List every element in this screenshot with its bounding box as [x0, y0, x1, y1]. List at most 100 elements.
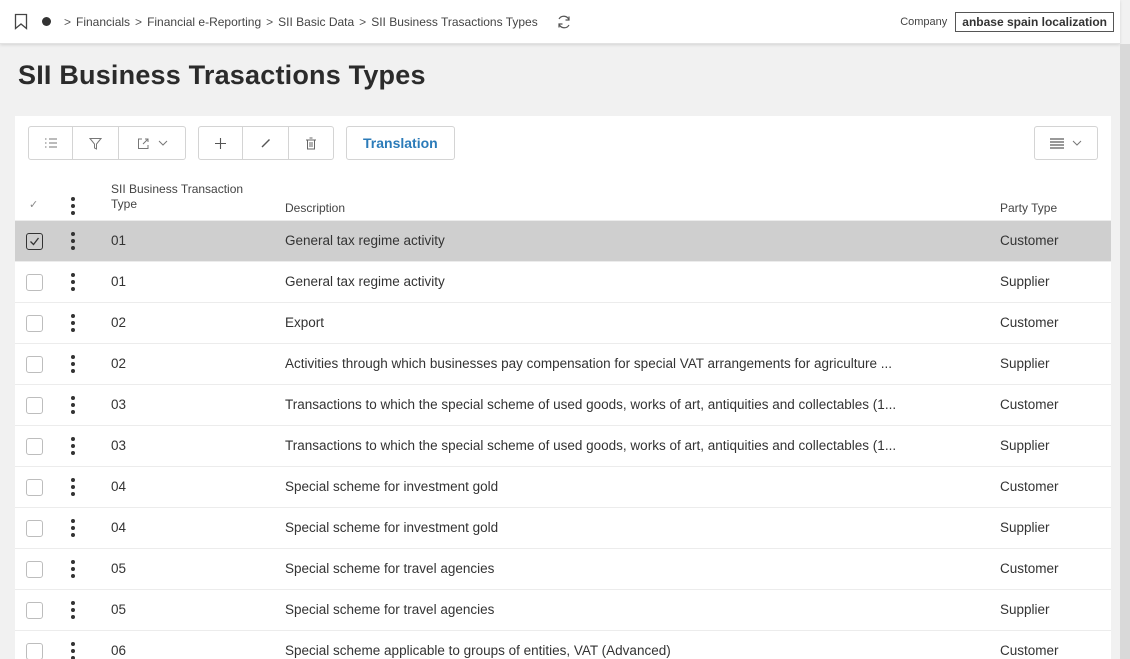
cell-type: 05: [111, 561, 127, 576]
breadcrumb-item-financial-e-reporting[interactable]: Financial e-Reporting: [147, 15, 261, 29]
cell-party-type: Customer: [1000, 561, 1059, 576]
cell-description: Special scheme applicable to groups of e…: [285, 643, 671, 658]
row-menu-icon[interactable]: [71, 478, 75, 496]
row-checkbox[interactable]: [26, 438, 43, 455]
row-checkbox[interactable]: [26, 643, 43, 659]
breadcrumb-separator: >: [266, 14, 274, 29]
row-checkbox[interactable]: [26, 479, 43, 496]
home-dot-icon[interactable]: [42, 17, 51, 26]
row-checkbox[interactable]: [26, 561, 43, 578]
row-checkbox[interactable]: [26, 520, 43, 537]
table-row[interactable]: 05 Special scheme for travel agencies Supp…: [15, 589, 1111, 630]
row-menu-icon[interactable]: [71, 642, 75, 659]
cell-party-type: Customer: [1000, 479, 1059, 494]
table-row[interactable]: 01 General tax regime activity Customer: [15, 220, 1111, 261]
company-selector: Company anbase spain localization: [900, 12, 1114, 32]
refresh-icon[interactable]: [556, 14, 572, 30]
cell-type: 01: [111, 274, 127, 289]
table-row[interactable]: 04 Special scheme for investment gold Supp…: [15, 507, 1111, 548]
cell-type: 01: [111, 233, 127, 248]
add-icon[interactable]: [199, 127, 243, 159]
view-options-icon: [1050, 137, 1064, 149]
row-menu-icon[interactable]: [71, 314, 75, 332]
cell-description: Transactions to which the special scheme…: [285, 397, 897, 412]
row-checkbox[interactable]: [26, 315, 43, 332]
column-menu-icon[interactable]: [71, 197, 75, 215]
row-checkbox[interactable]: [26, 602, 43, 619]
cell-type: 03: [111, 397, 127, 412]
filter-icon[interactable]: [73, 127, 119, 159]
cell-party-type: Supplier: [1000, 520, 1050, 535]
cell-party-type: Customer: [1000, 233, 1059, 248]
cell-party-type: Customer: [1000, 397, 1059, 412]
breadcrumb-item-sii-basic-data[interactable]: SII Basic Data: [278, 15, 354, 29]
table-row[interactable]: 04 Special scheme for investment gold Cust…: [15, 466, 1111, 507]
cell-description: Special scheme for investment gold: [285, 479, 499, 494]
table-toolbar: Translation: [28, 126, 455, 160]
cell-party-type: Supplier: [1000, 438, 1050, 453]
column-header-type[interactable]: SII Business Transaction Type: [111, 182, 271, 212]
row-menu-icon[interactable]: [71, 273, 75, 291]
chevron-down-icon: [158, 140, 167, 146]
top-navigation-bar: > Financials > Financial e-Reporting > S…: [0, 0, 1120, 44]
row-menu-icon[interactable]: [71, 396, 75, 414]
table-row[interactable]: 03 Transactions to which the special sche…: [15, 425, 1111, 466]
translation-button[interactable]: Translation: [346, 126, 455, 160]
cell-type: 03: [111, 438, 127, 453]
company-value[interactable]: anbase spain localization: [955, 12, 1114, 32]
row-checkbox[interactable]: [26, 233, 43, 250]
export-button[interactable]: [119, 127, 185, 159]
table-row[interactable]: 02 Export Customer: [15, 302, 1111, 343]
cell-party-type: Supplier: [1000, 356, 1050, 371]
cell-type: 06: [111, 643, 127, 658]
row-checkbox[interactable]: [26, 274, 43, 291]
row-menu-icon[interactable]: [71, 232, 75, 250]
cell-description: Activities through which businesses pay …: [285, 356, 893, 371]
company-label: Company: [900, 16, 948, 28]
row-checkbox[interactable]: [26, 397, 43, 414]
table-row[interactable]: 03 Transactions to which the special sche…: [15, 384, 1111, 425]
export-icon: [137, 138, 148, 149]
row-menu-icon[interactable]: [71, 519, 75, 537]
page-title: SII Business Trasactions Types: [18, 60, 426, 90]
table-row[interactable]: 05 Special scheme for travel agencies Cust…: [15, 548, 1111, 589]
delete-icon[interactable]: [289, 127, 333, 159]
view-options-button[interactable]: [1034, 126, 1098, 160]
chevron-down-icon: [1072, 140, 1082, 146]
bookmark-icon[interactable]: [14, 13, 30, 31]
breadcrumb-item-current: SII Business Trasactions Types: [371, 14, 538, 29]
row-menu-icon[interactable]: [71, 437, 75, 455]
list-panel: Translation ✓ SII Business Transaction T…: [15, 116, 1111, 659]
table-row[interactable]: 02 Activities through which businesses pa…: [15, 343, 1111, 384]
edit-icon[interactable]: [243, 127, 289, 159]
cell-description: General tax regime activity: [285, 233, 445, 248]
row-menu-icon[interactable]: [71, 355, 75, 373]
row-checkbox[interactable]: [26, 356, 43, 373]
column-header-party-type[interactable]: Party Type: [1000, 201, 1057, 215]
table-header: ✓ SII Business Transaction Type Descript…: [15, 174, 1111, 220]
cell-type: 02: [111, 315, 127, 330]
row-menu-icon[interactable]: [71, 601, 75, 619]
cell-description: Export: [285, 315, 325, 330]
row-menu-icon[interactable]: [71, 560, 75, 578]
table-row[interactable]: 06 Special scheme applicable to groups of…: [15, 630, 1111, 659]
cell-description: Special scheme for investment gold: [285, 520, 499, 535]
breadcrumb-separator: >: [135, 14, 143, 29]
breadcrumb: > Financials > Financial e-Reporting > S…: [42, 15, 538, 29]
page-scrollbar[interactable]: [1120, 44, 1130, 659]
cell-party-type: Customer: [1000, 315, 1059, 330]
breadcrumb-item-financials[interactable]: Financials: [76, 15, 130, 29]
table-body: 01 General tax regime activity Customer 01 G…: [15, 220, 1111, 659]
edit-tools-group: [198, 126, 334, 160]
breadcrumb-separator: >: [64, 14, 72, 29]
column-header-description[interactable]: Description: [285, 201, 345, 215]
cell-type: 05: [111, 602, 127, 617]
transaction-types-table: ✓ SII Business Transaction Type Descript…: [15, 174, 1111, 659]
cell-description: Special scheme for travel agencies: [285, 561, 495, 576]
cell-type: 04: [111, 520, 127, 535]
cell-party-type: Supplier: [1000, 602, 1050, 617]
select-all-checkbox[interactable]: ✓: [29, 198, 38, 211]
list-icon[interactable]: [29, 127, 73, 159]
table-row[interactable]: 01 General tax regime activity Supplier: [15, 261, 1111, 302]
cell-description: General tax regime activity: [285, 274, 445, 289]
